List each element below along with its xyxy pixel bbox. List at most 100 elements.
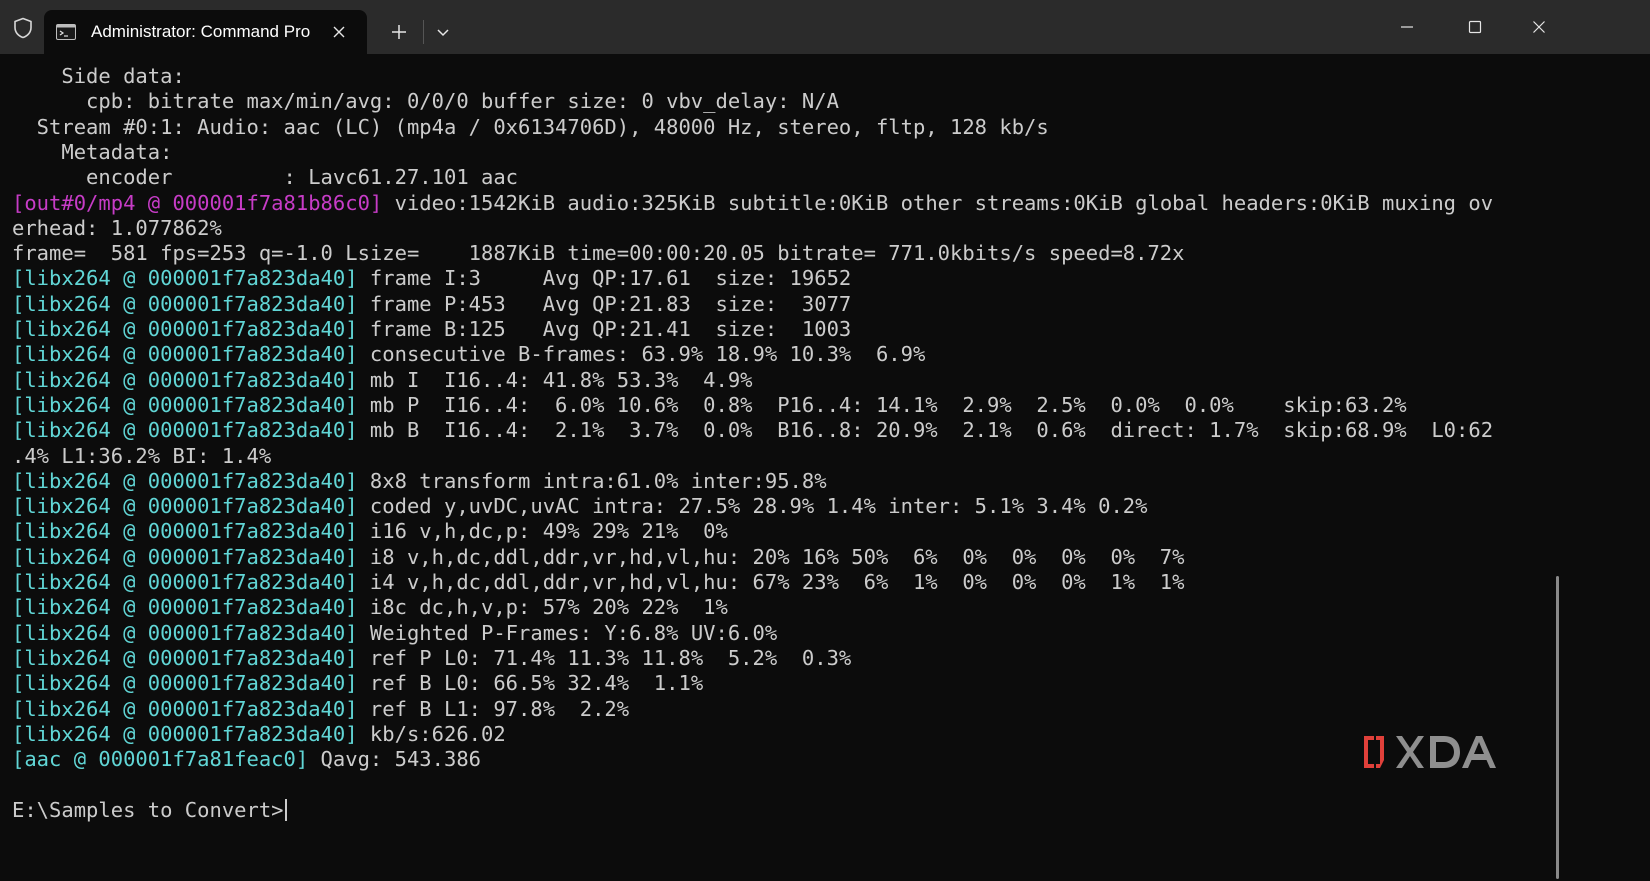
log-text: Weighted P-Frames: Y:6.8% UV:6.0% [357,620,778,645]
log-source-tag: [libx264 @ 000001f7a823da40] [12,570,358,594]
terminal-line: Metadata: [12,140,172,165]
log-text: ref B L1: 97.8% 2.2% [357,696,630,721]
log-text: coded y,uvDC,uvAC intra: 27.5% 28.9% 1.4… [357,494,1148,519]
log-text: ref P L0: 71.4% 11.3% 11.8% 5.2% 0.3% [357,645,852,670]
admin-shield-button[interactable] [6,11,40,45]
terminal-line: [out#0/mp4 @ 000001f7a81b86c0] video:154… [12,191,1493,216]
terminal-line: Stream #0:1: Audio: aac (LC) (mp4a / 0x6… [12,115,1049,140]
terminal-line: [aac @ 000001f7a81feac0] Qavg: 543.386 [12,747,481,772]
terminal-line: .4% L1:36.2% BI: 1.4% [12,444,271,469]
terminal-line: erhead: 1.077862% [12,216,222,241]
close-window-button[interactable] [1504,0,1574,54]
chevron-down-icon [437,29,449,37]
terminal-line: [libx264 @ 000001f7a823da40] ref B L0: 6… [12,671,703,696]
log-text: consecutive B-frames: 63.9% 18.9% 10.3% … [357,342,926,367]
terminal-line: [libx264 @ 000001f7a823da40] mb P I16..4… [12,393,1407,418]
log-text: i8 v,h,dc,ddl,ddr,vr,hd,vl,hu: 20% 16% 5… [357,544,1185,569]
log-source-tag: [libx264 @ 000001f7a823da40] [12,468,358,493]
log-source-tag: [libx264 @ 000001f7a823da40] [12,392,358,417]
log-source-tag: [libx264 @ 000001f7a823da40] [12,696,358,721]
terminal-line: [libx264 @ 000001f7a823da40] 8x8 transfo… [12,469,827,494]
log-text: ref B L0: 66.5% 32.4% 1.1% [357,671,704,696]
terminal-line: [libx264 @ 000001f7a823da40] frame I:3 A… [12,266,851,291]
log-text: .4% L1:36.2% BI: 1.4% [12,443,272,468]
log-text: kb/s:626.02 [357,721,506,746]
terminal-line: cpb: bitrate max/min/avg: 0/0/0 buffer s… [12,89,839,114]
shield-icon [14,17,32,39]
close-icon [333,26,345,38]
log-source-tag: [libx264 @ 000001f7a823da40] [12,494,358,519]
log-text: Stream #0:1: Audio: aac (LC) (mp4a / 0x6… [12,114,1049,139]
terminal-icon [56,24,76,40]
terminal-line: [libx264 @ 000001f7a823da40] i8 v,h,dc,d… [12,545,1185,570]
log-text: E:\Samples to Convert> [12,797,284,822]
log-text: Side data: [12,64,185,88]
terminal-line: [libx264 @ 000001f7a823da40] i16 v,h,dc,… [12,519,728,544]
log-source-tag: [libx264 @ 000001f7a823da40] [12,317,358,341]
terminal-line: [libx264 @ 000001f7a823da40] ref P L0: 7… [12,646,851,671]
log-text: mb B I16..4: 2.1% 3.7% 0.0% B16..8: 20.9… [357,418,1494,443]
close-icon [1533,21,1545,33]
log-text: cpb: bitrate max/min/avg: 0/0/0 buffer s… [12,89,839,114]
log-text: i4 v,h,dc,ddl,ddr,vr,hd,vl,hu: 67% 23% 6… [357,570,1185,594]
terminal-line: [libx264 @ 000001f7a823da40] mb I I16..4… [12,368,753,393]
log-source-tag: [aac @ 000001f7a81feac0] [12,747,309,772]
maximize-icon [1468,20,1482,34]
log-source-tag: [libx264 @ 000001f7a823da40] [12,367,358,392]
tab-title: Administrator: Command Pro [91,22,311,41]
log-text: frame P:453 Avg QP:21.83 size: 3077 [357,291,852,316]
tab-command-prompt[interactable]: Administrator: Command Pro [44,10,367,54]
vertical-scrollbar[interactable] [1556,576,1559,879]
log-source-tag: [libx264 @ 000001f7a823da40] [12,519,358,544]
title-bar: Administrator: Command Pro [0,0,1650,54]
log-source-tag: [libx264 @ 000001f7a823da40] [12,671,358,696]
log-source-tag: [libx264 @ 000001f7a823da40] [12,620,358,645]
minimize-icon [1401,26,1413,28]
terminal-line: [libx264 @ 000001f7a823da40] kb/s:626.02 [12,722,506,747]
log-text: mb I I16..4: 41.8% 53.3% 4.9% [357,367,753,392]
minimize-button[interactable] [1372,0,1442,54]
text-cursor [284,798,287,821]
log-text: mb P I16..4: 6.0% 10.6% 0.8% P16..4: 14.… [357,392,1407,417]
log-source-tag: [libx264 @ 000001f7a823da40] [12,266,358,291]
log-source-tag: [libx264 @ 000001f7a823da40] [12,418,358,443]
log-text: video:1542KiB audio:325KiB subtitle:0KiB… [382,190,1494,215]
log-source-tag: [libx264 @ 000001f7a823da40] [12,645,358,670]
terminal-line: encoder : Lavc61.27.101 aac [12,165,518,190]
terminal-line: [libx264 @ 000001f7a823da40] i8c dc,h,v,… [12,595,728,620]
terminal-output[interactable]: Side data: cpb: bitrate max/min/avg: 0/0… [0,54,1560,881]
close-tab-button[interactable] [327,20,351,44]
terminal-line: [libx264 @ 000001f7a823da40] Weighted P-… [12,621,777,646]
profiles-dropdown-button[interactable] [428,16,458,48]
tab-separator [423,20,424,44]
log-text: i8c dc,h,v,p: 57% 20% 22% 1% [357,595,728,620]
terminal-line: [libx264 @ 000001f7a823da40] consecutive… [12,342,925,367]
plus-icon [392,25,406,39]
log-source-tag: [libx264 @ 000001f7a823da40] [12,544,358,569]
terminal-line: [libx264 @ 000001f7a823da40] frame P:453… [12,292,851,317]
log-text: Metadata: [12,139,173,164]
log-text: erhead: 1.077862% [12,215,222,240]
log-source-tag: [libx264 @ 000001f7a823da40] [12,721,358,746]
terminal-line: [libx264 @ 000001f7a823da40] mb B I16..4… [12,418,1493,443]
log-text: 8x8 transform intra:61.0% inter:95.8% [357,468,827,493]
terminal-line: frame= 581 fps=253 q=-1.0 Lsize= 1887KiB… [12,241,1185,266]
log-source-tag: [out#0/mp4 @ 000001f7a81b86c0] [12,190,383,215]
new-tab-button[interactable] [380,16,418,48]
terminal-window: Administrator: Command Pro Side data: cp… [0,0,1650,881]
log-text: frame B:125 Avg QP:21.41 size: 1003 [357,317,852,341]
terminal-line: [libx264 @ 000001f7a823da40] frame B:125… [12,317,851,342]
log-text: i16 v,h,dc,p: 49% 29% 21% 0% [357,519,728,544]
log-text: frame= 581 fps=253 q=-1.0 Lsize= 1887KiB… [12,241,1185,266]
log-source-tag: [libx264 @ 000001f7a823da40] [12,342,358,367]
log-text: Qavg: 543.386 [308,747,482,772]
log-text: encoder : Lavc61.27.101 aac [12,165,519,190]
terminal-line: Side data: [12,64,185,89]
terminal-line: [libx264 @ 000001f7a823da40] ref B L1: 9… [12,697,629,722]
terminal-line: [libx264 @ 000001f7a823da40] coded y,uvD… [12,494,1147,519]
log-text: frame I:3 Avg QP:17.61 size: 19652 [357,266,852,291]
xda-logo [1364,736,1496,768]
log-source-tag: [libx264 @ 000001f7a823da40] [12,595,358,620]
log-source-tag: [libx264 @ 000001f7a823da40] [12,291,358,316]
maximize-button[interactable] [1440,0,1510,54]
